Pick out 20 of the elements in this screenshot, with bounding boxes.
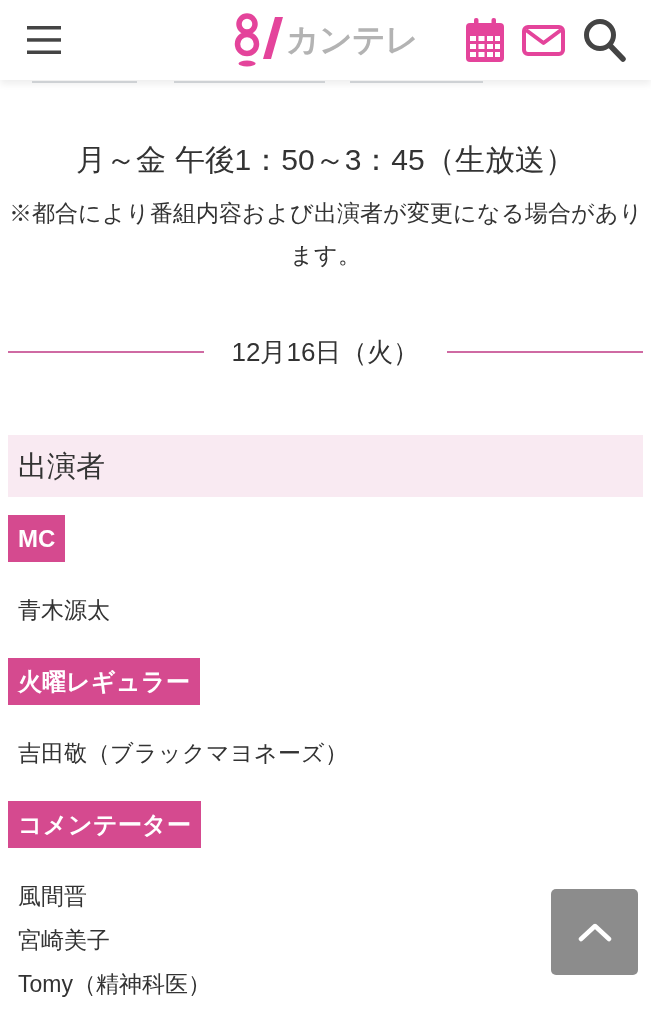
section-heading: 出演者 [8, 435, 643, 497]
cast-member-name: 宮崎美子 [18, 926, 110, 955]
cast-member-name: 青木源太 [18, 596, 110, 625]
calendar-icon[interactable] [466, 18, 504, 62]
chevron-up-icon [577, 922, 612, 942]
date-heading: 12月16日（火） [231, 336, 420, 369]
scroll-to-top-button[interactable] [551, 889, 638, 975]
cast-member-name: 吉田敬（ブラックマヨネーズ） [18, 739, 348, 768]
mail-icon[interactable] [522, 24, 565, 56]
logo-text[interactable]: カンテレ [286, 20, 418, 60]
logo-mark-icon[interactable] [233, 13, 283, 67]
role-label: コメンテーター [8, 801, 201, 848]
role-label: 火曜レギュラー [8, 658, 200, 705]
airtime-text: 月～金 午後1：50～3：45（生放送） [76, 142, 575, 178]
menu-icon[interactable] [27, 26, 61, 54]
cast-member-name: 風間晋 [18, 882, 87, 911]
cast-member-name: Tomy（精神科医） [18, 970, 211, 999]
search-icon[interactable] [583, 18, 626, 62]
role-label: MC [8, 515, 66, 562]
notice-text: ※都合により番組内容および出演者が変更になる場合があります。 [8, 199, 643, 270]
